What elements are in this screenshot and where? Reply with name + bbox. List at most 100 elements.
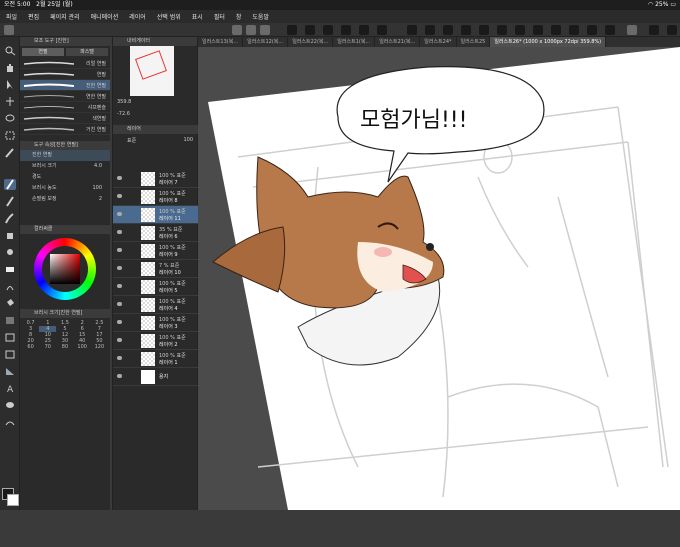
eye-icon[interactable] xyxy=(117,230,122,234)
command-icon-18[interactable] xyxy=(667,25,677,35)
eye-icon[interactable] xyxy=(117,284,122,288)
density-row[interactable]: 브러시 농도 100 xyxy=(20,183,110,194)
airbrush-tool-icon[interactable] xyxy=(4,230,16,241)
fill-tool-icon[interactable] xyxy=(4,298,16,309)
brush-real-pencil[interactable]: 리얼 연필 xyxy=(20,58,110,69)
layer-row[interactable]: 100 % 표준 레이어 9 xyxy=(113,242,199,260)
eye-icon[interactable] xyxy=(117,194,122,198)
balloon-tool-icon[interactable] xyxy=(4,400,16,411)
command-icon-8[interactable] xyxy=(461,25,471,35)
tab-pastel[interactable]: 파스텔 xyxy=(66,48,108,56)
brush-size-100[interactable]: 100 xyxy=(74,344,91,350)
menu-page[interactable]: 페이지 관리 xyxy=(50,12,80,21)
tab-pencil[interactable]: 연필 xyxy=(22,48,64,56)
command-icon-11[interactable] xyxy=(515,25,525,35)
command-icon-17[interactable] xyxy=(649,25,659,35)
blend-mode-select[interactable]: 표준 xyxy=(127,137,136,144)
eye-icon[interactable] xyxy=(117,212,122,216)
eye-icon[interactable] xyxy=(117,338,122,342)
eyedropper-tool-icon[interactable] xyxy=(4,147,16,158)
command-icon-12[interactable] xyxy=(533,25,543,35)
zoom-value[interactable]: 359.8 xyxy=(117,99,131,105)
command-icon-9[interactable] xyxy=(479,25,489,35)
eye-icon[interactable] xyxy=(117,320,122,324)
operation-tool-icon[interactable] xyxy=(4,79,16,90)
menu-view[interactable]: 표시 xyxy=(192,12,203,21)
tab-illust21[interactable]: 일러스트21(복... xyxy=(375,37,421,47)
layer-row[interactable]: 100 % 표준 레이어 1 xyxy=(113,350,199,368)
eye-icon[interactable] xyxy=(117,248,122,252)
brush-size-70[interactable]: 70 xyxy=(39,344,56,350)
tab-illust26[interactable]: 일러스트26* (1000 x 1000px 72dpi 359.8%) xyxy=(490,37,607,47)
menu-edit[interactable]: 편집 xyxy=(28,12,39,21)
tab-illust22[interactable]: 일러스트22(복... xyxy=(288,37,334,47)
brush-size-120[interactable]: 120 xyxy=(91,344,108,350)
new-file-icon[interactable] xyxy=(232,25,242,35)
tab-illust25[interactable]: 일러스트25 xyxy=(457,37,491,47)
layer-row[interactable]: 7 % 표준 레이어 10 xyxy=(113,260,199,278)
text-tool-icon[interactable]: A xyxy=(4,383,16,395)
layer-row[interactable]: 100 % 표준 레이어 2 xyxy=(113,332,199,350)
help-icon[interactable] xyxy=(627,25,637,35)
command-icon-13[interactable] xyxy=(551,25,561,35)
command-icon-2[interactable] xyxy=(305,25,315,35)
navigator-preview[interactable] xyxy=(130,46,174,96)
brush-size-row[interactable]: 브러시 크기 4.0 xyxy=(20,161,110,172)
eye-icon[interactable] xyxy=(260,25,270,35)
figure-tool-icon[interactable] xyxy=(4,332,16,343)
move-layer-tool-icon[interactable] xyxy=(4,96,16,107)
layer-row[interactable]: 100 % 표준 레이어 8 xyxy=(113,188,199,206)
ruler-tool-icon[interactable] xyxy=(4,366,16,377)
eye-icon[interactable] xyxy=(117,374,122,378)
menu-window[interactable]: 창 xyxy=(236,12,242,21)
eye-icon[interactable] xyxy=(117,266,122,270)
command-icon-6[interactable] xyxy=(425,25,435,35)
decoration-tool-icon[interactable] xyxy=(4,247,16,258)
line-correction-tool-icon[interactable] xyxy=(4,417,16,428)
menu-selection[interactable]: 선택 범위 xyxy=(157,12,181,21)
stabilization-row[interactable]: 손떨림 보정 2 xyxy=(20,194,110,205)
lasso-tool-icon[interactable] xyxy=(4,113,16,124)
pencil-tool-icon[interactable] xyxy=(4,196,16,207)
brush-mechanical-pencil[interactable]: 샤프펜슬 xyxy=(20,102,110,113)
hardness-row[interactable]: 경도 xyxy=(20,172,110,183)
tab-illust24[interactable]: 일러스트24* xyxy=(420,37,457,47)
menu-animation[interactable]: 애니메이션 xyxy=(91,12,119,21)
command-icon-10[interactable] xyxy=(497,25,507,35)
brush-colored-pencil[interactable]: 색연필 xyxy=(20,113,110,124)
command-icon-5[interactable] xyxy=(407,25,417,35)
brush-dark-pencil[interactable]: 진한 연필 xyxy=(20,80,110,91)
open-file-icon[interactable] xyxy=(246,25,256,35)
layer-row[interactable]: 100 % 표준 레이어 5 xyxy=(113,278,199,296)
command-icon-3[interactable] xyxy=(323,25,333,35)
undo-icon[interactable] xyxy=(359,25,369,35)
layer-row[interactable]: 35 % 표준 레이어 6 xyxy=(113,224,199,242)
eraser-tool-icon[interactable] xyxy=(4,264,16,275)
brush-pencil[interactable]: 연필 xyxy=(20,69,110,80)
command-icon-4[interactable] xyxy=(341,25,351,35)
menu-help[interactable]: 도움말 xyxy=(252,12,269,21)
brush-light-pencil[interactable]: 연한 연필 xyxy=(20,91,110,102)
tab-illust13[interactable]: 일러스트13(복... xyxy=(198,37,244,47)
layer-row[interactable]: 100 % 표준 레이어 7 xyxy=(113,170,199,188)
pen-tool-icon[interactable] xyxy=(4,179,16,190)
brush-tool-icon[interactable] xyxy=(4,213,16,224)
command-icon-14[interactable] xyxy=(569,25,579,35)
redo-icon[interactable] xyxy=(377,25,387,35)
collapse-left-icon[interactable] xyxy=(4,25,14,35)
tab-illust12[interactable]: 일러스트12(복... xyxy=(243,37,289,47)
brush-rough-pencil[interactable]: 거친 연필 xyxy=(20,124,110,135)
layer-row-active[interactable]: 100 % 표준 레이어 11 xyxy=(113,206,199,224)
angle-value[interactable]: -72.6 xyxy=(117,111,130,117)
layer-opacity[interactable]: 100 xyxy=(183,137,193,143)
menu-layer[interactable]: 레이어 xyxy=(129,12,146,21)
hand-tool-icon[interactable] xyxy=(4,62,16,73)
layer-row[interactable]: 100 % 표준 레이어 4 xyxy=(113,296,199,314)
menu-filter[interactable]: 필터 xyxy=(214,12,225,21)
color-square[interactable] xyxy=(50,254,80,284)
color-wheel[interactable] xyxy=(20,234,110,309)
brush-size-80[interactable]: 80 xyxy=(56,344,73,350)
command-icon-7[interactable] xyxy=(443,25,453,35)
frame-tool-icon[interactable] xyxy=(4,349,16,360)
eye-icon[interactable] xyxy=(117,302,122,306)
